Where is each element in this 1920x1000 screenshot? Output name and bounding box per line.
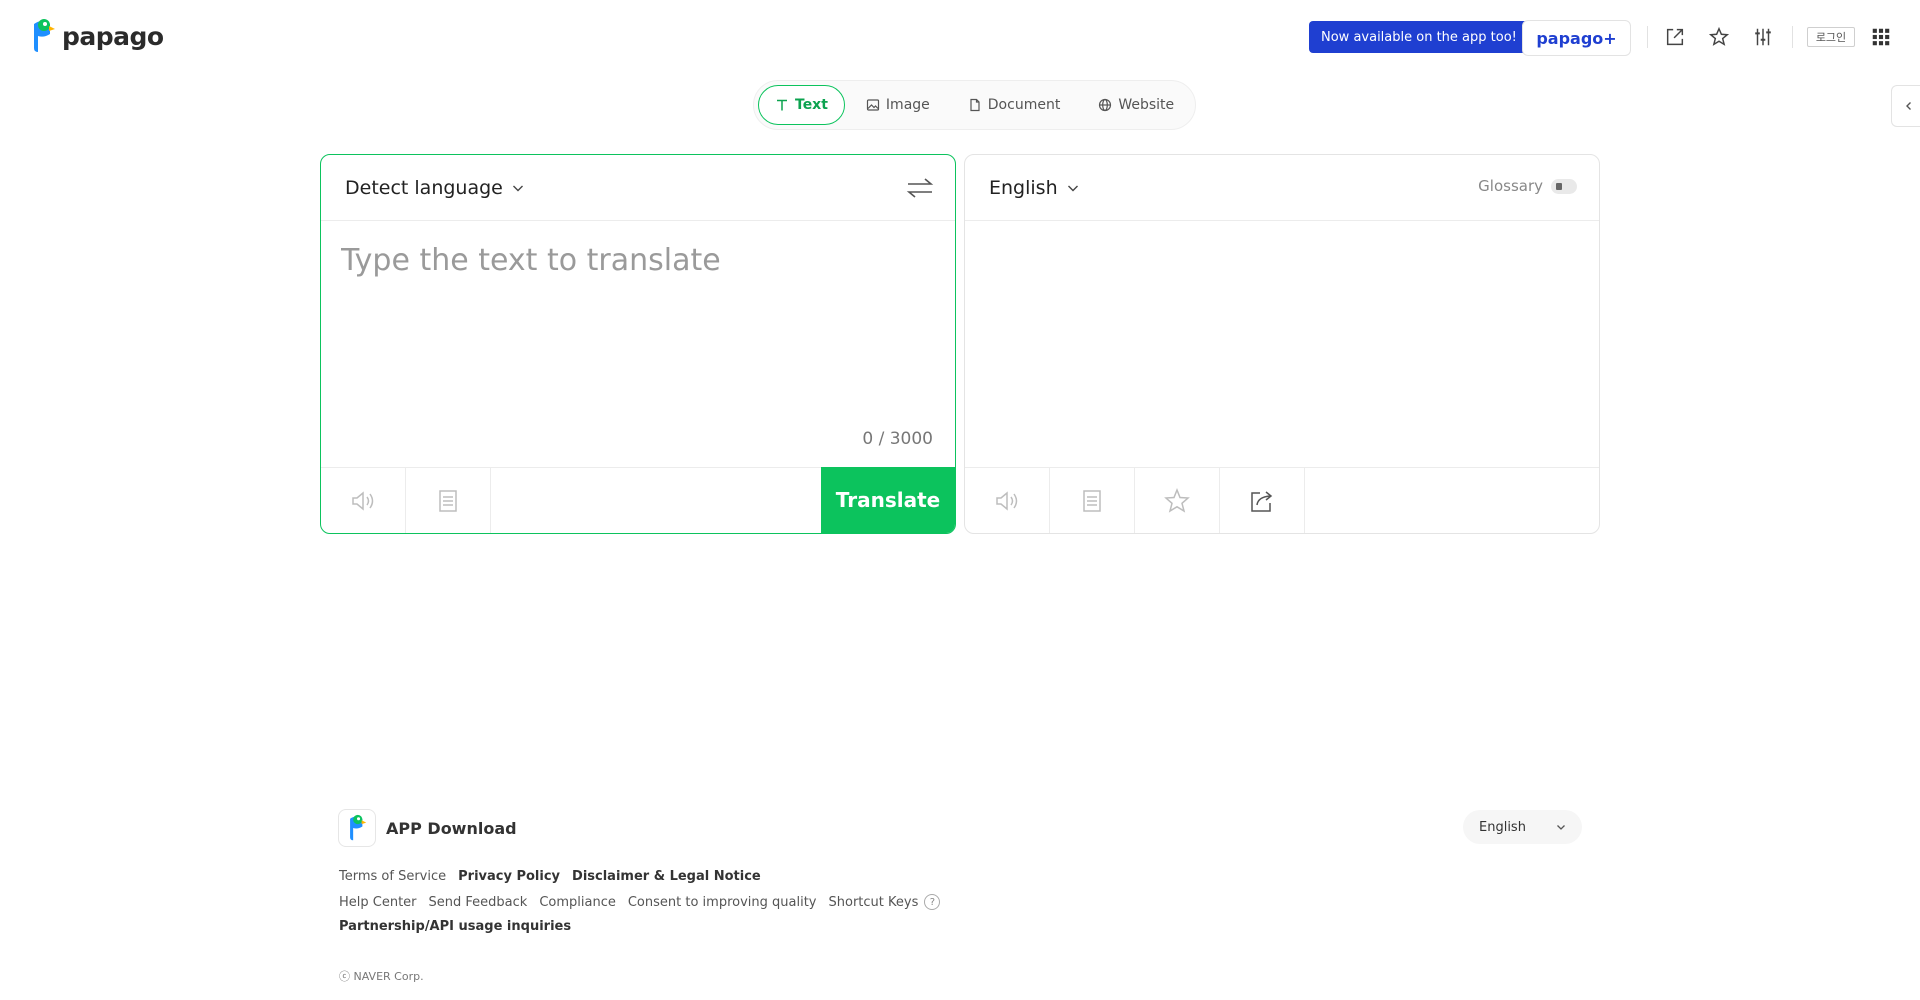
tab-website[interactable]: Website [1081, 85, 1191, 125]
tab-document-label: Document [987, 97, 1061, 113]
side-panel-toggle[interactable] [1891, 85, 1920, 127]
settings-sliders-icon [1755, 28, 1771, 46]
target-panel-header: English Glossary [965, 155, 1599, 221]
target-favorite-button[interactable] [1135, 468, 1220, 533]
star-icon [1164, 487, 1190, 513]
tab-website-label: Website [1118, 97, 1175, 113]
tab-image-label: Image [885, 97, 930, 113]
footer-language-label: English [1479, 819, 1526, 835]
footer-links-row-3: Partnership/API usage inquiries [339, 919, 571, 934]
login-button[interactable]: 로그인 [1807, 27, 1855, 47]
star-icon [1708, 26, 1730, 46]
speaker-icon [352, 490, 374, 511]
terms-of-service-link[interactable]: Terms of Service [339, 869, 446, 884]
settings-button[interactable] [1748, 22, 1778, 52]
papago-parrot-icon [34, 19, 55, 52]
chevron-down-icon [1557, 825, 1565, 830]
papago-plus-button[interactable]: papago+ [1522, 20, 1631, 56]
glossary-toggle[interactable] [1551, 178, 1577, 194]
footer-links-row-1: Terms of Service Privacy Policy Disclaim… [339, 869, 761, 884]
favorites-button[interactable] [1704, 22, 1734, 52]
consent-quality-link[interactable]: Consent to improving quality [628, 895, 817, 910]
partnership-api-link[interactable]: Partnership/API usage inquiries [339, 919, 571, 934]
target-listen-button[interactable] [965, 468, 1050, 533]
header-divider [1792, 26, 1793, 48]
papago-logo[interactable]: papago [30, 18, 164, 54]
tab-text-label: Text [795, 97, 828, 113]
character-counter: 0 / 3000 [862, 429, 933, 449]
text-icon [777, 99, 787, 111]
share-icon [1251, 490, 1273, 512]
app-download-label: APP Download [386, 818, 517, 838]
target-language-select[interactable]: English [989, 177, 1080, 199]
apps-grid-icon [1872, 28, 1890, 46]
tab-text[interactable]: Text [758, 85, 845, 125]
speaker-icon [996, 490, 1018, 511]
document-icon [970, 98, 980, 112]
tab-image[interactable]: Image [849, 85, 947, 125]
target-copy-button[interactable] [1050, 468, 1135, 533]
logo-text: papago [62, 21, 164, 51]
target-share-button[interactable] [1220, 468, 1305, 533]
tab-document[interactable]: Document [951, 85, 1078, 125]
target-panel-footer [965, 467, 1599, 533]
target-language-label: English [989, 176, 1058, 199]
glossary-label: Glossary [1478, 177, 1543, 195]
chevron-down-icon [512, 185, 523, 191]
chevron-left-icon [1905, 102, 1911, 110]
footer-links-row-2: Help Center Send Feedback Compliance Con… [339, 894, 941, 910]
swap-languages-button[interactable] [905, 175, 935, 201]
papago-parrot-icon [350, 814, 367, 841]
chevron-down-icon [1067, 185, 1078, 191]
source-language-label: Detect language [345, 176, 503, 199]
source-copy-button[interactable] [406, 468, 491, 533]
copy-document-icon [1083, 489, 1101, 512]
compliance-link[interactable]: Compliance [539, 895, 616, 910]
source-listen-button[interactable] [321, 468, 406, 533]
swap-arrows-icon [906, 178, 934, 198]
app-download-link[interactable]: APP Download [338, 809, 517, 847]
target-panel: English Glossary [964, 154, 1600, 534]
source-text-input[interactable] [341, 243, 937, 403]
disclaimer-link[interactable]: Disclaimer & Legal Notice [572, 869, 761, 884]
mode-tabs: Text Image Document Website [753, 80, 1197, 130]
open-external-button[interactable] [1660, 22, 1690, 52]
privacy-policy-link[interactable]: Privacy Policy [458, 869, 560, 884]
send-feedback-link[interactable]: Send Feedback [429, 895, 528, 910]
glossary-control: Glossary [1478, 177, 1577, 195]
question-circle-icon[interactable]: ? [924, 894, 941, 910]
copy-document-icon [439, 489, 457, 512]
app-promo-tooltip: Now available on the app too! [1309, 21, 1535, 53]
globe-icon [1099, 98, 1112, 112]
apps-menu-button[interactable] [1866, 22, 1896, 52]
source-panel: Detect language 0 / 3000 Translate [320, 154, 956, 534]
source-language-select[interactable]: Detect language [345, 177, 525, 199]
header-divider [1647, 26, 1648, 48]
footer-language-select[interactable]: English [1463, 810, 1582, 844]
translate-button[interactable]: Translate [821, 467, 955, 533]
open-external-icon [1666, 28, 1684, 46]
shortcut-keys-link[interactable]: Shortcut Keys [829, 895, 919, 910]
app-icon [338, 809, 376, 847]
source-panel-header: Detect language [321, 155, 955, 221]
image-icon [866, 99, 880, 111]
copyright-text: ⓒ NAVER Corp. [339, 970, 424, 983]
help-center-link[interactable]: Help Center [339, 895, 417, 910]
